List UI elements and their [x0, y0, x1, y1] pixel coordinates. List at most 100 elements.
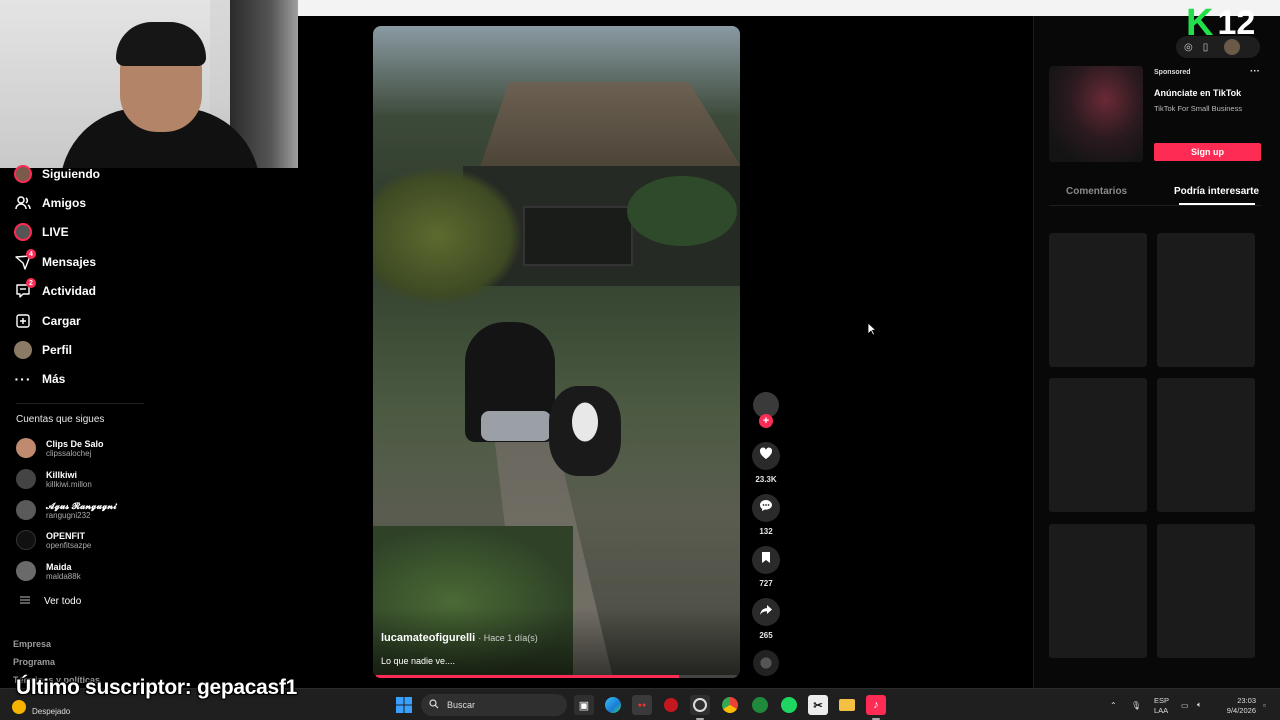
streamer-brand-logo: K 12	[1186, 2, 1255, 44]
comment-button[interactable]	[752, 494, 780, 522]
following-account[interactable]: 𝓐𝓰𝓾𝓼 𝓡𝓪𝓷𝓰𝓾𝓰𝓷𝓲 rangugni232	[16, 500, 117, 520]
account-name: Clips De Salo	[46, 438, 104, 449]
account-name: 𝓐𝓰𝓾𝓼 𝓡𝓪𝓷𝓰𝓾𝓰𝓷𝓲	[46, 500, 117, 511]
network-icon[interactable]: ▭	[1181, 689, 1189, 720]
share-button[interactable]	[752, 598, 780, 626]
video-scene-tree	[627, 176, 737, 246]
save-action[interactable]: 727	[751, 546, 781, 588]
ad-thumbnail[interactable]	[1049, 66, 1143, 162]
video-author-line[interactable]: lucamateofigurelli · Hace 1 día(s)	[381, 632, 538, 644]
list-icon	[20, 596, 30, 607]
capcut-icon[interactable]: ✂	[808, 695, 828, 715]
see-all-button[interactable]: Ver todo	[20, 596, 81, 607]
video-scene-window	[523, 206, 633, 266]
mouse-cursor-icon	[867, 322, 878, 341]
task-view-icon[interactable]: ▣	[574, 695, 594, 715]
clock-time: 23:03	[1237, 696, 1256, 705]
xbox-icon[interactable]	[750, 695, 770, 715]
last-subscriber-overlay: Último suscriptor: gepacasf1	[16, 676, 298, 699]
suggested-video-placeholder[interactable]	[1049, 233, 1147, 367]
ad-more-button[interactable]: ···	[1250, 66, 1260, 77]
tray-overflow-icon[interactable]: ⌃	[1110, 689, 1117, 720]
nav-item-friends[interactable]: Amigos	[14, 192, 86, 214]
volume-icon[interactable]: 🔈︎	[1197, 689, 1202, 720]
file-explorer-icon[interactable]	[837, 695, 857, 715]
nav-label: LIVE	[42, 225, 69, 239]
spotify-icon[interactable]	[779, 695, 799, 715]
weather-sun-icon	[12, 699, 26, 714]
nav-item-upload[interactable]: Cargar	[14, 310, 81, 332]
brand-letter: K	[1186, 2, 1214, 44]
taskbar-clock[interactable]: 23:03 9/4/2026	[1226, 696, 1256, 716]
compass-icon[interactable]: ◎	[1184, 42, 1193, 53]
app-icon[interactable]	[690, 695, 710, 715]
nav-item-activity[interactable]: 2 Actividad	[14, 278, 96, 302]
like-action[interactable]: 23.3K	[751, 442, 781, 484]
taskbar-search[interactable]: Buscar	[421, 694, 567, 716]
user-avatar[interactable]	[1224, 39, 1241, 55]
video-time: · Hace 1 día(s)	[478, 633, 538, 643]
nav-label: Amigos	[42, 196, 87, 210]
record-icon[interactable]	[661, 695, 681, 715]
nav-item-live[interactable]: LIVE	[14, 221, 69, 243]
suggested-video-placeholder[interactable]	[1049, 524, 1147, 658]
account-handle: killkiwi.millon	[46, 479, 92, 489]
tab-suggested[interactable]: Podría interesarte	[1174, 186, 1259, 197]
footer-link-program[interactable]: Programa	[13, 657, 55, 667]
video-caption[interactable]: Lo que nadie ve....	[381, 656, 455, 666]
following-account[interactable]: OPENFIT openfitsazpe	[16, 530, 91, 550]
search-placeholder: Buscar	[447, 700, 476, 710]
clock-date: 9/4/2026	[1226, 706, 1256, 715]
edge-icon[interactable]	[603, 695, 623, 715]
comment-action[interactable]: 132	[751, 494, 781, 536]
start-button[interactable]	[394, 695, 414, 715]
upload-icon	[14, 312, 32, 330]
comment-icon	[759, 499, 773, 517]
section-divider	[16, 403, 144, 404]
following-account[interactable]: Clips De Salo clipssalochej	[16, 438, 104, 458]
following-account[interactable]: Killkiwi killkiwi.millon	[16, 469, 92, 489]
like-count: 23.3K	[755, 475, 777, 484]
tiktok-icon[interactable]: ♪	[866, 695, 886, 715]
weather-label: Despejado	[32, 707, 71, 716]
browser-top-strip	[298, 0, 1280, 16]
video-progress-bar[interactable]	[376, 675, 737, 678]
ad-signup-button[interactable]: Sign up	[1154, 143, 1261, 161]
suggested-video-placeholder[interactable]	[1157, 233, 1255, 367]
following-account[interactable]: Maida malda88k	[16, 561, 81, 581]
obs-icon[interactable]: ●●	[632, 695, 652, 715]
video-player[interactable]: lucamateofigurelli · Hace 1 día(s) Lo qu…	[373, 26, 740, 678]
like-button[interactable]	[752, 442, 780, 470]
suggested-video-placeholder[interactable]	[1049, 378, 1147, 512]
nav-item-messages[interactable]: 4 Mensajes	[14, 249, 96, 273]
video-scene-palm	[373, 166, 523, 306]
suggested-video-placeholder[interactable]	[1157, 524, 1255, 658]
tab-comments[interactable]: Comentarios	[1066, 186, 1127, 197]
video-author[interactable]: lucamateofigurelli	[381, 632, 475, 644]
music-disc-icon[interactable]	[753, 650, 779, 676]
share-action[interactable]: 265	[751, 598, 781, 640]
activity-icon: 2	[14, 278, 36, 300]
video-progress-fill	[376, 675, 680, 678]
video-scene-roof	[479, 82, 740, 170]
nav-item-more[interactable]: ··· Más	[14, 368, 66, 390]
video-scene-dog	[549, 386, 621, 476]
microphone-icon[interactable]: 🎙︎	[1131, 689, 1141, 720]
lang-line-1: ESP	[1154, 696, 1170, 705]
lang-line-2: LAA	[1154, 706, 1169, 715]
follow-plus-button[interactable]: +	[759, 414, 773, 428]
account-avatar	[16, 530, 36, 550]
comment-count: 132	[759, 527, 773, 536]
suggested-video-placeholder[interactable]	[1157, 378, 1255, 512]
chrome-icon[interactable]	[720, 695, 740, 715]
nav-item-profile[interactable]: Perfil	[14, 339, 72, 361]
footer-link-company[interactable]: Empresa	[13, 639, 51, 649]
language-indicator[interactable]: ESP LAA	[1154, 696, 1169, 716]
account-avatar	[16, 500, 36, 520]
save-button[interactable]	[752, 546, 780, 574]
ad-sponsored-label: Sponsored	[1154, 69, 1191, 76]
notifications-icon[interactable]: ▫	[1263, 689, 1266, 720]
device-icon[interactable]: ▯	[1203, 42, 1209, 53]
nav-item-following[interactable]: Siguiendo	[14, 163, 100, 185]
account-avatar	[16, 438, 36, 458]
